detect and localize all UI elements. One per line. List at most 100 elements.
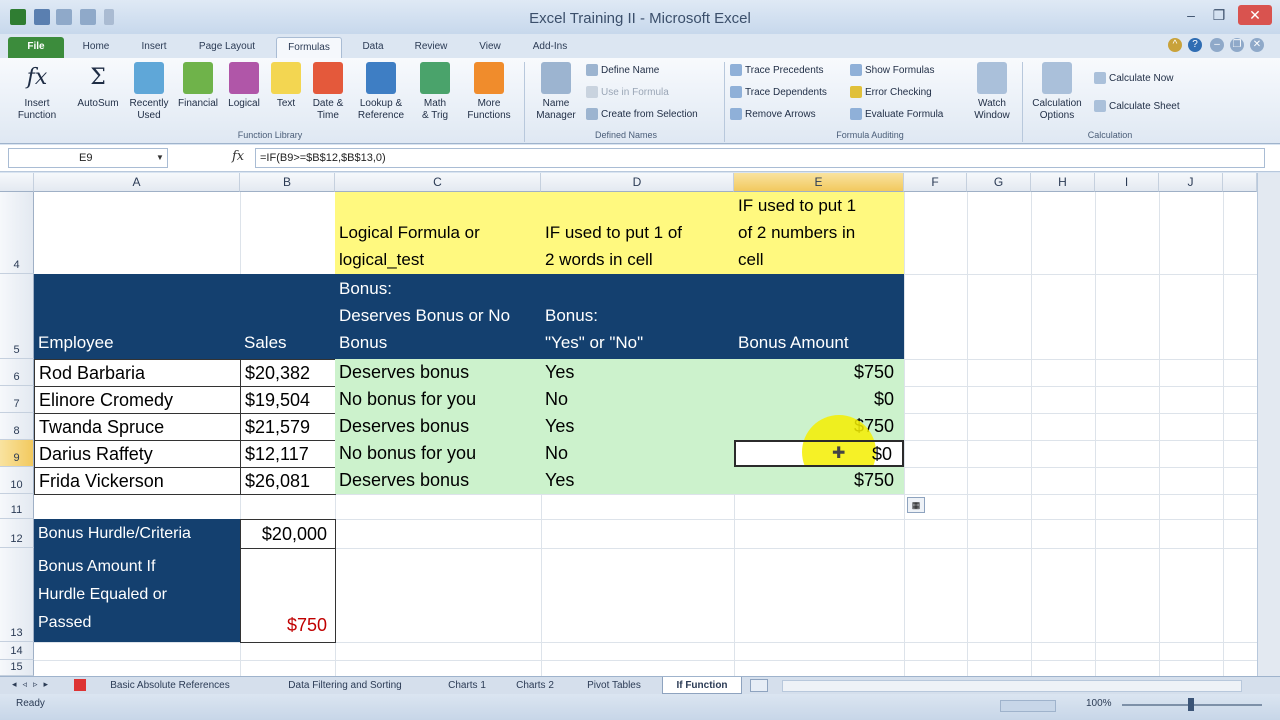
tab-add-ins[interactable]: Add-Ins	[522, 37, 578, 58]
evaluate-formula-button[interactable]: Evaluate Formula	[850, 108, 943, 122]
name-manager-button[interactable]: Name Manager	[528, 62, 584, 122]
row-header[interactable]: 5	[0, 274, 34, 359]
column-header[interactable]: B	[240, 173, 335, 192]
zoom-level[interactable]: 100%	[1086, 698, 1112, 709]
sales-cell[interactable]: $19,504	[240, 386, 336, 414]
insert-function-fx-icon[interactable]: fx	[232, 149, 244, 164]
view-buttons[interactable]	[1000, 700, 1056, 712]
select-all-corner[interactable]	[0, 173, 34, 192]
tab-home[interactable]: Home	[74, 37, 118, 58]
logical-cell[interactable]: Deserves bonus	[335, 467, 541, 494]
cell-c5[interactable]: Bonus: Deserves Bonus or No Bonus	[335, 274, 541, 359]
minimize-icon[interactable]: –	[1178, 5, 1204, 25]
row-header[interactable]: 4	[0, 192, 34, 274]
row-header[interactable]: 13	[0, 548, 34, 642]
cell-e5[interactable]: Bonus Amount	[734, 274, 904, 359]
employee-cell[interactable]: Twanda Spruce	[34, 413, 241, 441]
name-box-dropdown-icon[interactable]: ▼	[156, 153, 164, 162]
row-header[interactable]: 12	[0, 519, 34, 548]
cell-d4[interactable]: IF used to put 1 of 2 words in cell	[541, 192, 734, 274]
sales-cell[interactable]: $20,382	[240, 359, 336, 387]
column-header[interactable]: F	[904, 173, 967, 192]
insert-sheet-icon[interactable]	[750, 679, 768, 692]
logical-button[interactable]: Logical	[222, 62, 266, 110]
sheet-tab-basic-absolute-references[interactable]: Basic Absolute References	[88, 677, 252, 694]
sales-cell[interactable]: $12,117	[240, 440, 336, 468]
help-icon[interactable]: ?	[1188, 38, 1202, 52]
calculate-now-button[interactable]: Calculate Now	[1094, 72, 1173, 86]
sales-cell[interactable]: $21,579	[240, 413, 336, 441]
paste-options-icon[interactable]: ▦	[907, 497, 925, 513]
text-button[interactable]: Text	[268, 62, 304, 110]
tab-data[interactable]: Data	[352, 37, 394, 58]
cell-a12[interactable]: Bonus Hurdle/Criteria	[34, 519, 240, 548]
row-header[interactable]: 11	[0, 494, 34, 519]
row-header[interactable]: 7	[0, 386, 34, 413]
insert-function-button[interactable]: fx Insert Function	[10, 62, 64, 122]
workbook-minimize-icon[interactable]: –	[1210, 38, 1224, 52]
trace-dependents-button[interactable]: Trace Dependents	[730, 86, 827, 100]
cell-e4[interactable]: IF used to put 1 of 2 numbers in cell	[734, 192, 904, 274]
logical-cell[interactable]: No bonus for you	[335, 440, 541, 467]
sheet-tab-if-function[interactable]: If Function	[662, 677, 742, 694]
close-icon[interactable]: ✕	[1238, 5, 1272, 25]
employee-cell[interactable]: Frida Vickerson	[34, 467, 241, 495]
autosum-button[interactable]: Σ AutoSum	[72, 62, 124, 110]
trace-precedents-button[interactable]: Trace Precedents	[730, 64, 824, 78]
more-functions-button[interactable]: More Functions	[460, 62, 518, 122]
tab-page-layout[interactable]: Page Layout	[190, 37, 264, 58]
tab-review[interactable]: Review	[406, 37, 456, 58]
row-header[interactable]: 10	[0, 467, 34, 494]
financial-button[interactable]: Financial	[174, 62, 222, 110]
tab-insert[interactable]: Insert	[130, 37, 178, 58]
employee-cell[interactable]: Rod Barbaria	[34, 359, 241, 387]
math-trig-button[interactable]: Math & Trig	[412, 62, 458, 122]
column-header[interactable]: D	[541, 173, 734, 192]
column-header[interactable]: A	[34, 173, 240, 192]
minimize-ribbon-icon[interactable]: ^	[1168, 38, 1182, 52]
recently-used-button[interactable]: Recently Used	[124, 62, 174, 122]
cell-b12[interactable]: $20,000	[240, 519, 336, 549]
yesno-cell[interactable]: No	[541, 440, 734, 467]
column-header[interactable]: H	[1031, 173, 1095, 192]
column-header[interactable]: E	[734, 173, 904, 192]
row-header[interactable]: 6	[0, 359, 34, 386]
tab-view[interactable]: View	[468, 37, 512, 58]
logical-cell[interactable]: No bonus for you	[335, 386, 541, 413]
watch-window-button[interactable]: Watch Window	[966, 62, 1018, 122]
date-time-button[interactable]: Date & Time	[306, 62, 350, 122]
lookup-reference-button[interactable]: Lookup & Reference	[352, 62, 410, 122]
cell-d5[interactable]: Bonus: "Yes" or "No"	[541, 274, 734, 359]
create-from-selection-button[interactable]: Create from Selection	[586, 108, 698, 122]
calculate-sheet-button[interactable]: Calculate Sheet	[1094, 100, 1180, 114]
row-header[interactable]: 9	[0, 440, 34, 467]
zoom-slider-handle[interactable]	[1188, 698, 1194, 711]
horizontal-scrollbar[interactable]	[782, 680, 1242, 692]
column-header-partial[interactable]	[1223, 173, 1257, 192]
row-header[interactable]: 15	[0, 660, 34, 676]
yesno-cell[interactable]: No	[541, 386, 734, 413]
sheet-tab-pivot-tables[interactable]: Pivot Tables	[572, 677, 656, 694]
column-header[interactable]: I	[1095, 173, 1159, 192]
remove-arrows-button[interactable]: Remove Arrows	[730, 108, 816, 122]
selected-amount-cell[interactable]: $0	[734, 440, 904, 467]
sheet-tab-charts-2[interactable]: Charts 2	[504, 677, 566, 694]
employee-cell[interactable]: Elinore Cromedy	[34, 386, 241, 414]
yesno-cell[interactable]: Yes	[541, 359, 734, 386]
vertical-scrollbar[interactable]	[1257, 173, 1280, 676]
tab-file[interactable]: File	[8, 37, 64, 58]
yesno-cell[interactable]: Yes	[541, 413, 734, 440]
column-header[interactable]: G	[967, 173, 1031, 192]
calculation-options-button[interactable]: Calculation Options	[1026, 62, 1088, 122]
sheet-nav-arrows-icon[interactable]: ◂◃▹▸	[12, 679, 54, 690]
name-box[interactable]: E9	[8, 148, 168, 168]
workbook-close-icon[interactable]: ✕	[1250, 38, 1264, 52]
row-header[interactable]: 8	[0, 413, 34, 440]
cell-a13[interactable]: Bonus Amount If Hurdle Equaled or Passed	[34, 548, 240, 642]
sheet-tab-charts-1[interactable]: Charts 1	[436, 677, 498, 694]
row-header[interactable]: 14	[0, 642, 34, 660]
error-checking-button[interactable]: Error Checking	[850, 86, 932, 100]
use-in-formula-button[interactable]: Use in Formula	[586, 86, 669, 100]
sheet-tab-data-filtering-sorting[interactable]: Data Filtering and Sorting	[262, 677, 428, 694]
amount-cell[interactable]: $750	[734, 467, 904, 494]
